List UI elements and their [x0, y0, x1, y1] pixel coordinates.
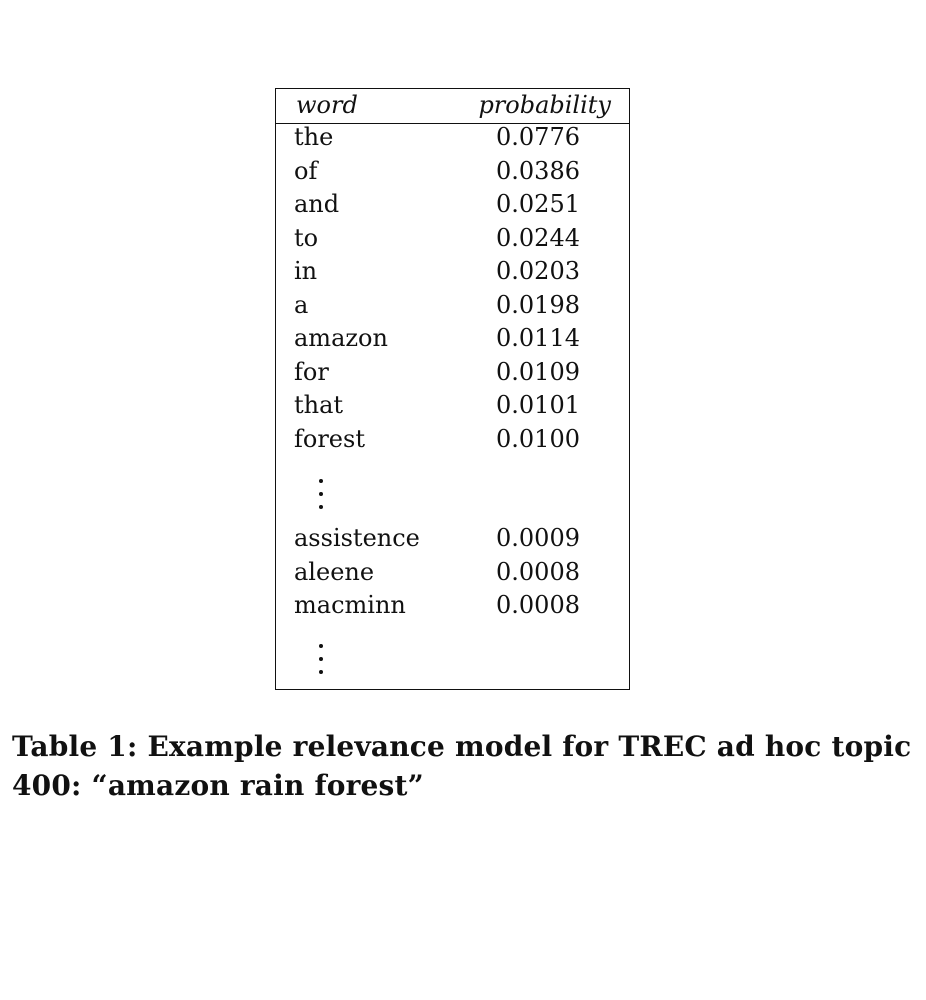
probability-cell: 0.0114 [496, 324, 580, 352]
vertical-ellipsis-icon [317, 477, 325, 517]
vertical-ellipsis-icon [317, 642, 325, 682]
table-caption: Table 1: Example relevance model for TRE… [12, 730, 912, 802]
word-cell: and [294, 190, 340, 218]
word-cell: assistence [294, 524, 420, 552]
relevance-model-table: word probability the 0.0776 of 0.0386 an… [275, 88, 630, 690]
word-cell: for [294, 358, 329, 386]
word-cell: in [294, 257, 318, 285]
probability-cell: 0.0009 [496, 524, 580, 552]
word-cell: of [294, 157, 318, 185]
probability-cell: 0.0100 [496, 425, 580, 453]
probability-cell: 0.0251 [496, 190, 580, 218]
word-cell: a [294, 291, 309, 319]
word-cell: that [294, 391, 344, 419]
probability-cell: 0.0008 [496, 558, 580, 586]
probability-cell: 0.0101 [496, 391, 580, 419]
header-probability: probability [478, 91, 611, 119]
word-cell: amazon [294, 324, 388, 352]
word-cell: to [294, 224, 319, 252]
header-word: word [296, 91, 358, 119]
word-cell: macminn [294, 591, 406, 619]
probability-cell: 0.0008 [496, 591, 580, 619]
probability-cell: 0.0776 [496, 123, 580, 151]
table-header-row: word probability [276, 89, 629, 124]
probability-cell: 0.0386 [496, 157, 580, 185]
word-cell: aleene [294, 558, 375, 586]
word-cell: forest [294, 425, 365, 453]
probability-cell: 0.0198 [496, 291, 580, 319]
probability-cell: 0.0203 [496, 257, 580, 285]
word-cell: the [294, 123, 334, 151]
probability-cell: 0.0244 [496, 224, 580, 252]
probability-cell: 0.0109 [496, 358, 580, 386]
